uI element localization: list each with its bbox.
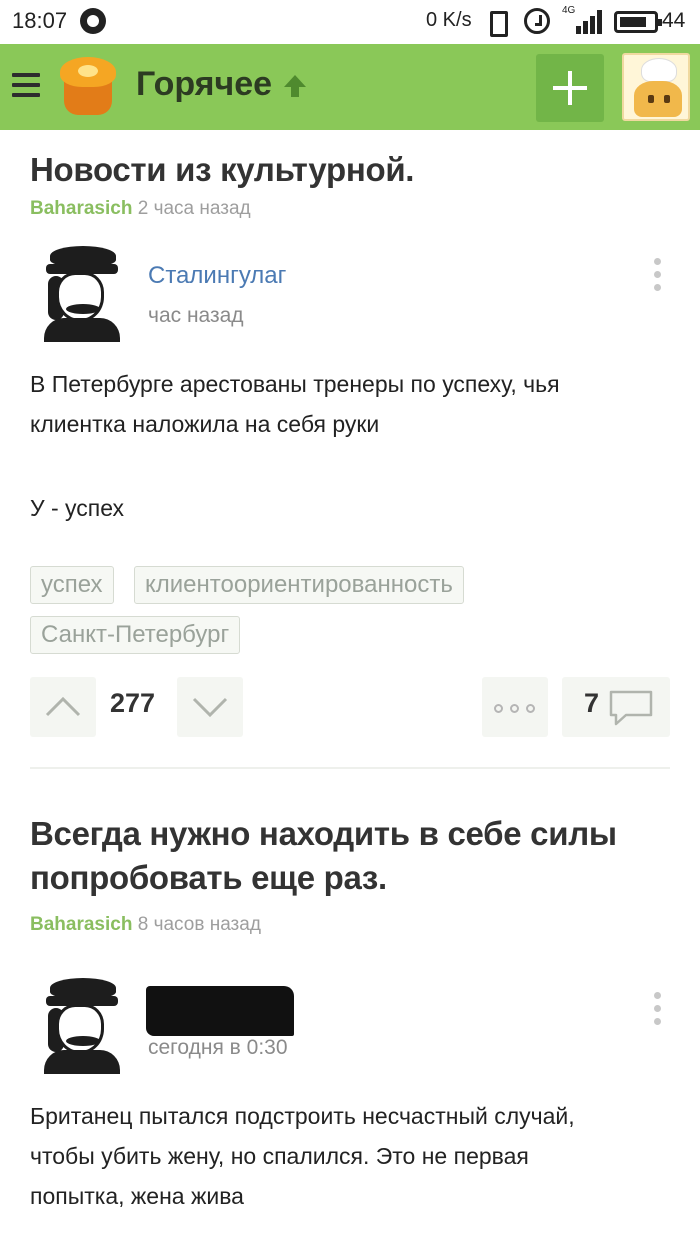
chevron-up-icon (45, 696, 81, 717)
post-divider (30, 767, 670, 769)
post-author[interactable]: Baharasich (30, 198, 132, 219)
comment-time: сегодня в 0:30 (148, 1036, 288, 1059)
menu-icon[interactable] (12, 71, 42, 99)
post-title[interactable]: Новости из культурной. (30, 148, 414, 192)
downvote-button[interactable] (177, 677, 243, 737)
vibrate-icon (484, 9, 510, 37)
battery-level: 44 (662, 9, 686, 32)
comment-author[interactable]: Сталингулаг (148, 262, 286, 290)
comment-avatar[interactable] (42, 978, 122, 1074)
profile-avatar[interactable] (622, 53, 690, 121)
more-vertical-icon[interactable] (651, 992, 663, 1026)
chat-notification-icon (80, 8, 106, 34)
post-time: 2 часа назад (137, 198, 251, 219)
section-title[interactable]: Горячее (136, 65, 272, 104)
comments-button[interactable]: 7 (562, 677, 670, 737)
more-actions-button[interactable] (482, 677, 548, 737)
tag[interactable]: клиентоориентированность (134, 566, 464, 604)
signal-icon (562, 8, 602, 34)
more-vertical-icon[interactable] (651, 258, 663, 292)
chevron-down-icon (192, 697, 228, 718)
comment-avatar[interactable] (42, 246, 122, 342)
clock: 18:07 (12, 8, 68, 33)
post-text: В Петербурге арестованы тренеры по успех… (30, 371, 560, 437)
post-time: 8 часов назад (137, 914, 261, 935)
status-bar: 18:07 0 K/s 4G 44 (0, 0, 700, 44)
add-post-button[interactable] (536, 54, 604, 122)
redacted-username (146, 986, 294, 1036)
alarm-icon (524, 8, 550, 34)
post-rating: 277 (110, 688, 156, 718)
post-author[interactable]: Baharasich (30, 914, 132, 935)
tag[interactable]: успех (30, 566, 114, 604)
pikabu-logo[interactable] (54, 57, 120, 117)
network-speed: 0 K/s (426, 9, 472, 31)
comment-time: час назад (148, 304, 244, 327)
post-meta: Baharasich 2 часа назад (30, 198, 251, 220)
post-text-extra: У - успех (30, 495, 125, 521)
post-meta: Baharasich 8 часов назад (30, 914, 261, 936)
post-title[interactable]: Всегда нужно находить в себе силы попроб… (30, 812, 617, 900)
battery-icon (614, 11, 662, 33)
app-header: Горячее (0, 44, 700, 130)
post-text: Британец пытался подстроить несчастный с… (30, 1103, 575, 1209)
tag[interactable]: Санкт-Петербург (30, 616, 241, 654)
comment-bubble-icon (609, 690, 653, 726)
arrow-up-icon[interactable] (282, 73, 308, 99)
upvote-button[interactable] (30, 677, 96, 737)
comments-count: 7 (584, 688, 600, 718)
